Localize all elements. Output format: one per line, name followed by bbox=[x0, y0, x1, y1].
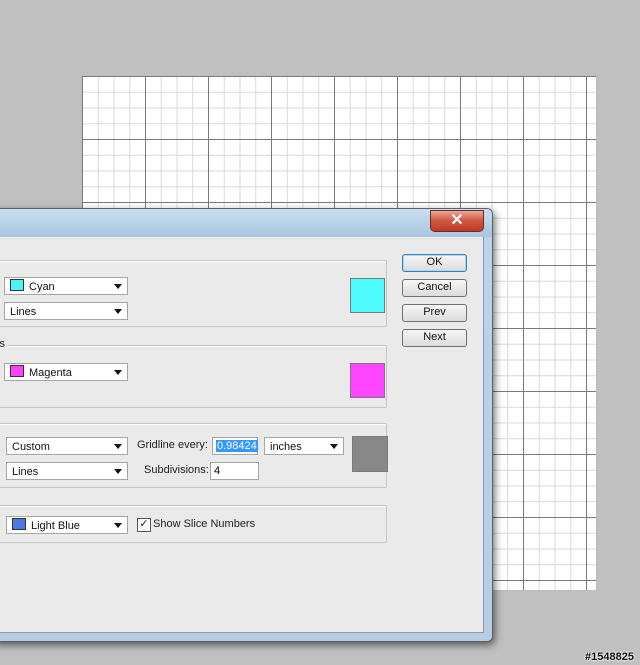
slices-group: Light Blue ✓ Show Slice Numbers bbox=[0, 505, 387, 543]
dialog-titlebar[interactable]: ✕ bbox=[0, 209, 492, 237]
chevron-down-icon bbox=[114, 523, 122, 528]
slice-color-select[interactable]: Light Blue bbox=[6, 516, 128, 534]
guides-style-select[interactable]: Lines bbox=[4, 302, 128, 320]
grid-style-value: Lines bbox=[12, 466, 39, 478]
show-slice-numbers-checkbox[interactable]: ✓ bbox=[137, 518, 151, 532]
chevron-down-icon bbox=[114, 309, 122, 314]
chevron-down-icon bbox=[114, 469, 122, 474]
smart-guides-color-preview[interactable] bbox=[350, 363, 385, 398]
close-icon: ✕ bbox=[450, 212, 464, 229]
gridline-every-input[interactable]: 0.98424 bbox=[212, 437, 258, 455]
cyan-swatch bbox=[10, 279, 24, 291]
cancel-button[interactable]: Cancel bbox=[402, 279, 467, 297]
light-blue-swatch bbox=[12, 518, 26, 530]
guides-color-select[interactable]: Cyan bbox=[4, 277, 128, 295]
subdivisions-value: 4 bbox=[214, 465, 221, 477]
window-frame-right bbox=[484, 237, 492, 641]
subdivisions-input[interactable]: 4 bbox=[210, 462, 259, 480]
smart-guides-color-select[interactable]: Magenta bbox=[4, 363, 128, 381]
chevron-down-icon bbox=[114, 284, 122, 289]
next-button[interactable]: Next bbox=[402, 329, 467, 347]
grid-color-value: Custom bbox=[12, 441, 50, 453]
grid-style-select[interactable]: Lines bbox=[6, 462, 128, 480]
close-button[interactable]: ✕ bbox=[430, 210, 484, 232]
smart-guides-color-value: Magenta bbox=[29, 367, 72, 379]
gridline-every-label: Gridline every: bbox=[137, 439, 208, 451]
grid-group: Custom Lines Gridline every: 0.98424 inc… bbox=[0, 423, 388, 488]
guides-color-preview[interactable] bbox=[350, 278, 385, 313]
smart-guides-group-label: les bbox=[0, 338, 9, 350]
preferences-dialog: ✕ Cyan Lines Magenta les bbox=[0, 208, 493, 642]
chevron-down-icon bbox=[330, 444, 338, 449]
grid-units-value: inches bbox=[270, 441, 302, 453]
guides-group: Cyan Lines bbox=[0, 260, 387, 327]
window-frame-bottom bbox=[0, 633, 492, 641]
watermark-id: #1548825 bbox=[585, 651, 634, 663]
grid-units-select[interactable]: inches bbox=[264, 437, 344, 455]
gridline-every-value: 0.98424 bbox=[216, 440, 258, 452]
chevron-down-icon bbox=[114, 370, 122, 375]
grid-color-select[interactable]: Custom bbox=[6, 437, 128, 455]
ok-button[interactable]: OK bbox=[402, 254, 467, 272]
chevron-down-icon bbox=[114, 444, 122, 449]
magenta-swatch bbox=[10, 365, 24, 377]
guides-color-value: Cyan bbox=[29, 281, 55, 293]
smart-guides-group: Magenta bbox=[0, 345, 387, 408]
prev-button[interactable]: Prev bbox=[402, 304, 467, 322]
subdivisions-label: Subdivisions: bbox=[144, 464, 209, 476]
show-slice-numbers-label[interactable]: Show Slice Numbers bbox=[153, 518, 255, 530]
checkmark-icon: ✓ bbox=[139, 518, 149, 530]
guides-style-value: Lines bbox=[10, 306, 37, 318]
slice-color-value: Light Blue bbox=[31, 520, 80, 532]
grid-color-preview[interactable] bbox=[352, 436, 388, 472]
